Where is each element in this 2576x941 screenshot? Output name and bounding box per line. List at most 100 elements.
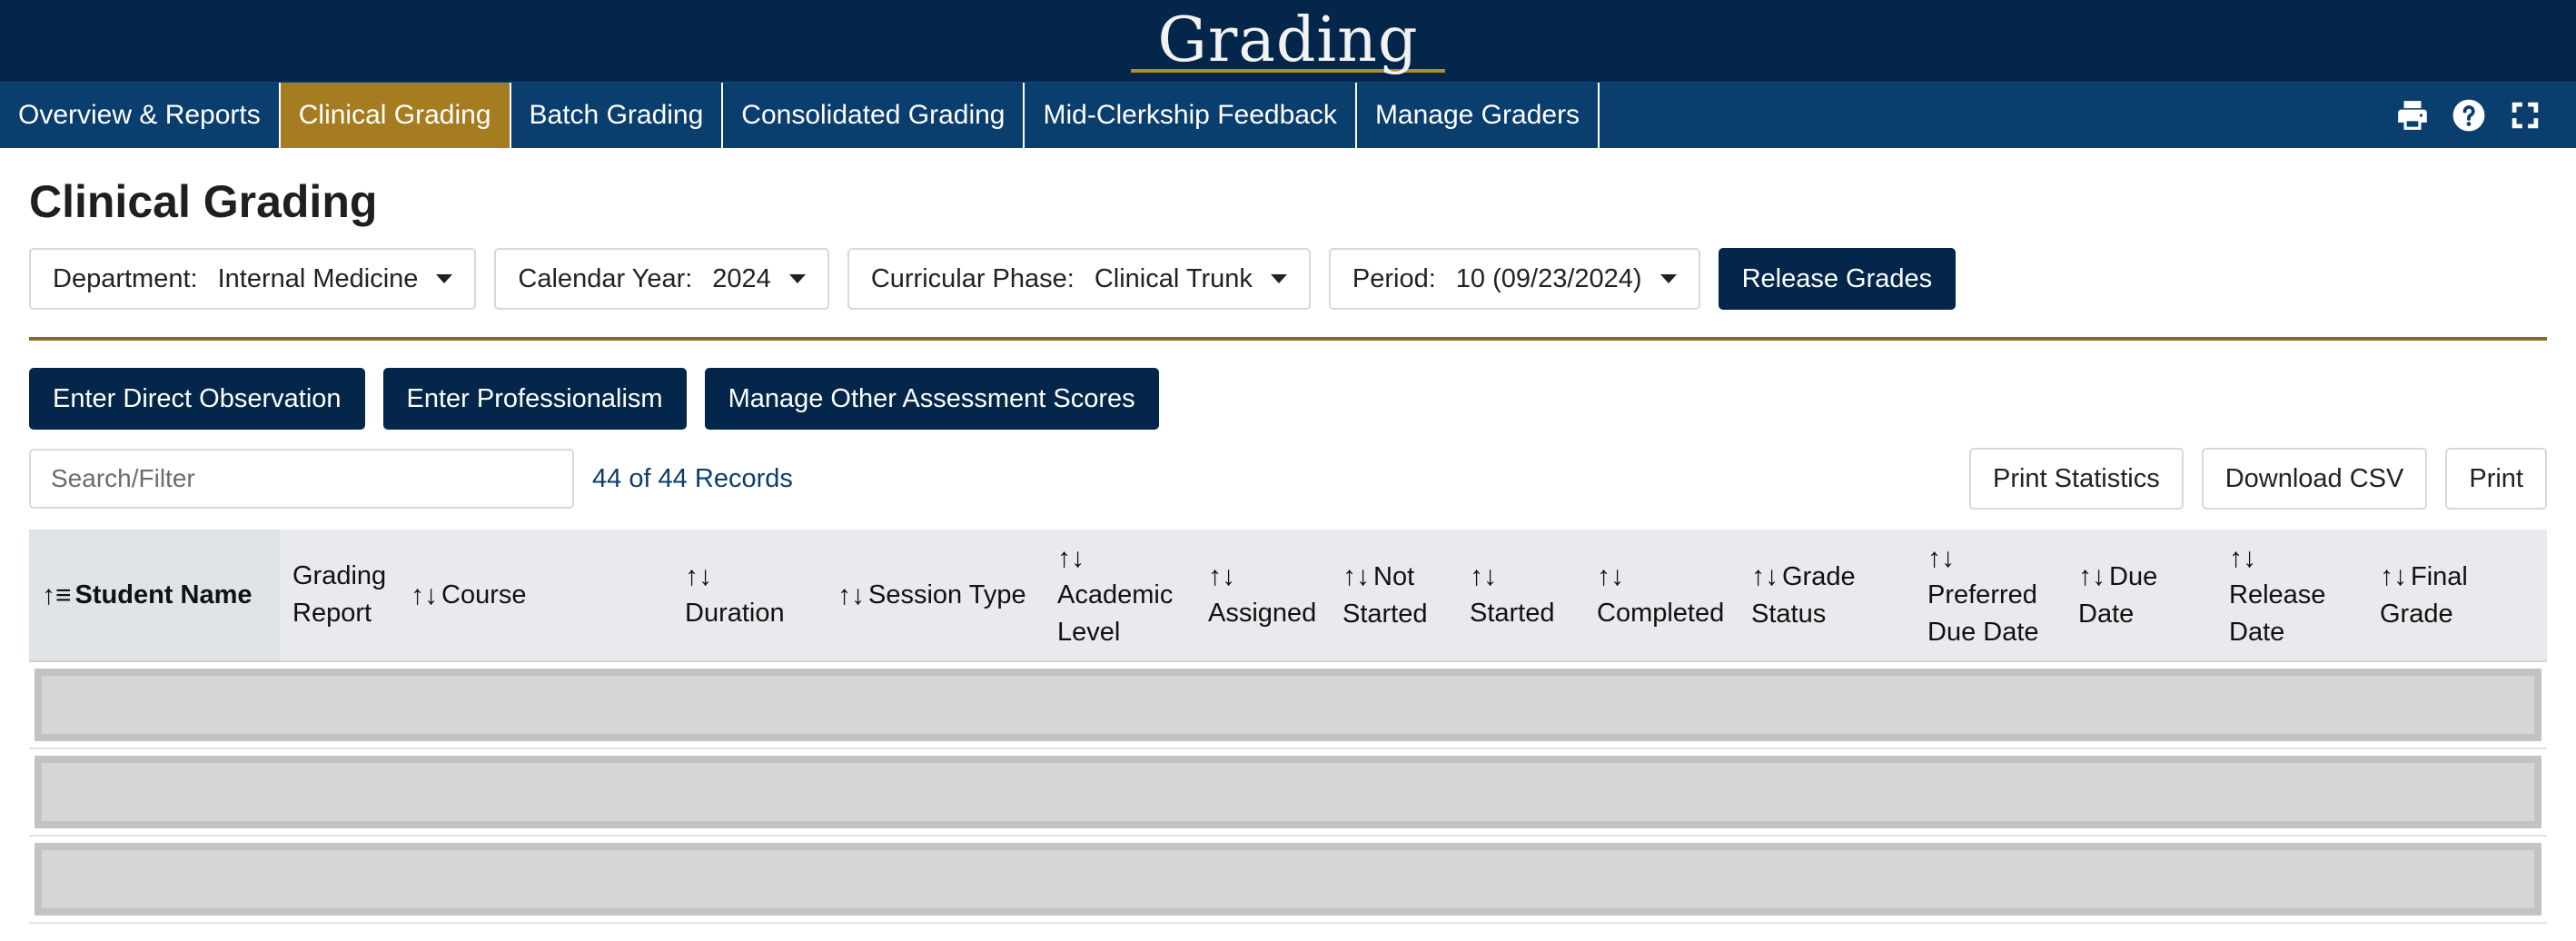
column-header-student-name[interactable]: ↑≡ Student Name <box>29 530 280 660</box>
column-label: Started <box>1470 599 1555 628</box>
column-header-grade-status[interactable]: ↑↓ Grade Status <box>1739 558 1915 633</box>
page-title: Clinical Grading <box>29 176 378 227</box>
calendar-year-dropdown[interactable]: Calendar Year: 2024 <box>494 248 829 310</box>
calendar-year-value: 2024 <box>712 263 771 293</box>
nav-clinical-grading[interactable]: Clinical Grading <box>280 83 511 148</box>
column-header-course[interactable]: ↑↓ Course <box>398 577 672 614</box>
sort-icon: ↑↓ <box>2380 560 2407 591</box>
sort-icon: ↑↓ <box>411 579 438 610</box>
chevron-down-icon <box>436 274 453 283</box>
print-statistics-button[interactable]: Print Statistics <box>1968 448 2184 510</box>
column-label: Academic <box>1057 579 1174 609</box>
manage-other-assessment-scores-button[interactable]: Manage Other Assessment Scores <box>704 368 1159 430</box>
chevron-down-icon <box>788 274 806 283</box>
column-header-release-date[interactable]: ↑↓ Release Date <box>2216 540 2367 651</box>
app-banner: Grading <box>0 0 2576 82</box>
nav-overview-reports[interactable]: Overview & Reports <box>0 83 281 148</box>
column-header-started[interactable]: ↑↓ Started <box>1457 558 1584 632</box>
column-header-academic-level[interactable]: ↑↓ Academic Level <box>1045 540 1195 651</box>
department-value: Internal Medicine <box>217 263 419 293</box>
action-bar: Enter Direct Observation Enter Professio… <box>29 368 2547 430</box>
chevron-down-icon <box>1270 274 1287 283</box>
nav-batch-grading[interactable]: Batch Grading <box>511 83 724 148</box>
column-label: Duration <box>685 599 785 628</box>
grading-table: ↑≡ Student Name Grading Report ↑↓ Course… <box>29 530 2547 924</box>
department-dropdown[interactable]: Department: Internal Medicine <box>29 248 477 310</box>
column-header-assigned[interactable]: ↑↓ Assigned <box>1195 558 1330 632</box>
column-label: Assigned <box>1208 599 1317 628</box>
column-label: Course <box>441 579 527 609</box>
sort-icon: ↑↓ <box>2078 560 2105 591</box>
sort-icon: ↑↓ <box>1927 542 1955 573</box>
fullscreen-icon[interactable] <box>2507 97 2543 134</box>
sort-icon: ↑↓ <box>1751 560 1778 591</box>
loading-placeholder <box>35 756 2541 828</box>
column-label: Date <box>2229 617 2285 647</box>
column-header-session-type[interactable]: ↑↓ Session Type <box>825 577 1045 614</box>
section-divider <box>29 337 2547 341</box>
help-icon[interactable] <box>2451 97 2487 134</box>
column-label: Grade <box>2380 599 2453 629</box>
sort-icon: ↑↓ <box>1208 561 1235 591</box>
main-content: Clinical Grading Department: Internal Me… <box>0 175 2576 924</box>
sort-icon: ↑↓ <box>1057 542 1085 573</box>
column-label: Status <box>1751 599 1827 629</box>
column-label: Due <box>2109 561 2158 591</box>
department-label: Department: <box>53 263 198 293</box>
main-nav: Overview & Reports Clinical Grading Batc… <box>0 82 2576 148</box>
column-label: Grading <box>292 561 387 590</box>
chevron-down-icon <box>1660 274 1677 283</box>
table-row <box>29 662 2547 749</box>
period-dropdown[interactable]: Period: 10 (09/23/2024) <box>1328 248 1700 310</box>
column-label: Report <box>292 599 372 628</box>
enter-direct-observation-button[interactable]: Enter Direct Observation <box>29 368 365 430</box>
column-label: Completed <box>1597 599 1725 628</box>
record-count: 44 of 44 Records <box>592 463 793 493</box>
column-label: Grade <box>1782 561 1856 591</box>
period-label: Period: <box>1352 263 1436 293</box>
column-label: Not <box>1373 561 1415 591</box>
column-label: Started <box>1342 599 1428 629</box>
column-label: Due Date <box>1927 617 2039 647</box>
nav-manage-graders[interactable]: Manage Graders <box>1357 83 1600 148</box>
sort-icon: ↑↓ <box>837 579 865 610</box>
enter-professionalism-button[interactable]: Enter Professionalism <box>382 368 687 430</box>
sort-icon: ↑↓ <box>1342 560 1370 591</box>
column-label: Preferred <box>1927 579 2037 609</box>
search-input[interactable] <box>29 449 574 509</box>
sort-icon: ↑↓ <box>2229 542 2256 573</box>
release-grades-button[interactable]: Release Grades <box>1718 248 1957 310</box>
column-header-due-date[interactable]: ↑↓ Due Date <box>2066 558 2216 633</box>
sort-ascending-icon: ↑≡ <box>42 579 72 610</box>
curricular-phase-value: Clinical Trunk <box>1094 263 1253 293</box>
print-button[interactable]: Print <box>2445 448 2547 510</box>
column-label: Session Type <box>868 579 1026 609</box>
loading-placeholder <box>35 843 2541 916</box>
column-header-final-grade[interactable]: ↑↓ Final Grade <box>2367 558 2547 633</box>
column-header-not-started[interactable]: ↑↓ Not Started <box>1330 558 1457 633</box>
curricular-phase-dropdown[interactable]: Curricular Phase: Clinical Trunk <box>847 248 1311 310</box>
period-value: 10 (09/23/2024) <box>1455 263 1642 293</box>
nav-mid-clerkship-feedback[interactable]: Mid-Clerkship Feedback <box>1025 83 1357 148</box>
nav-consolidated-grading[interactable]: Consolidated Grading <box>723 83 1025 148</box>
column-label: Final <box>2411 561 2468 591</box>
table-row <box>29 837 2547 924</box>
column-header-duration[interactable]: ↑↓ Duration <box>672 558 825 632</box>
column-header-completed[interactable]: ↑↓ Completed <box>1584 558 1739 632</box>
table-row <box>29 749 2547 837</box>
sort-icon: ↑↓ <box>685 561 712 591</box>
column-header-preferred-due-date[interactable]: ↑↓ Preferred Due Date <box>1915 540 2066 651</box>
table-header: ↑≡ Student Name Grading Report ↑↓ Course… <box>29 530 2547 662</box>
calendar-year-label: Calendar Year: <box>518 263 693 293</box>
loading-placeholder <box>35 669 2541 741</box>
filter-bar: Department: Internal Medicine Calendar Y… <box>29 248 2547 310</box>
printer-icon[interactable] <box>2394 97 2431 134</box>
table-toolbar: 44 of 44 Records Print Statistics Downlo… <box>29 448 2547 510</box>
column-label: Release <box>2229 579 2326 609</box>
sort-icon: ↑↓ <box>1470 561 1497 591</box>
column-label: Date <box>2078 599 2135 629</box>
download-csv-button[interactable]: Download CSV <box>2201 448 2428 510</box>
column-header-grading-report: Grading Report <box>280 558 398 632</box>
sort-icon: ↑↓ <box>1597 561 1624 591</box>
